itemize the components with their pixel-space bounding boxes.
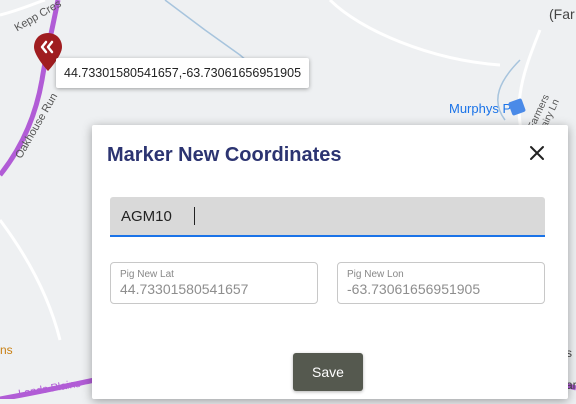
close-icon [530,146,544,160]
map-label-partial-top: (Far [549,6,575,22]
lon-field-value[interactable]: -63.73061656951905 [347,281,480,297]
map-label-partial-left: ns [0,343,13,357]
dialog-title: Marker New Coordinates [107,144,342,166]
lon-field-label: Pig New Lon [347,269,404,280]
lat-field-label: Pig New Lat [120,269,174,280]
lon-field[interactable]: Pig New Lon -63.73061656951905 [337,262,545,304]
save-button[interactable]: Save [293,353,363,391]
text-cursor [194,207,195,225]
lat-field-value[interactable]: 44.73301580541657 [120,281,248,297]
close-button[interactable] [526,142,548,164]
marker-coordinates-dialog: Marker New Coordinates Pig New Lat 44.73… [92,125,568,399]
lat-field[interactable]: Pig New Lat 44.73301580541657 [110,262,318,304]
marker-name-field[interactable] [110,197,545,237]
marker-name-input[interactable] [110,197,545,235]
marker-coordinate-tooltip: 44.73301580541657,-63.73061656951905 [56,58,310,88]
